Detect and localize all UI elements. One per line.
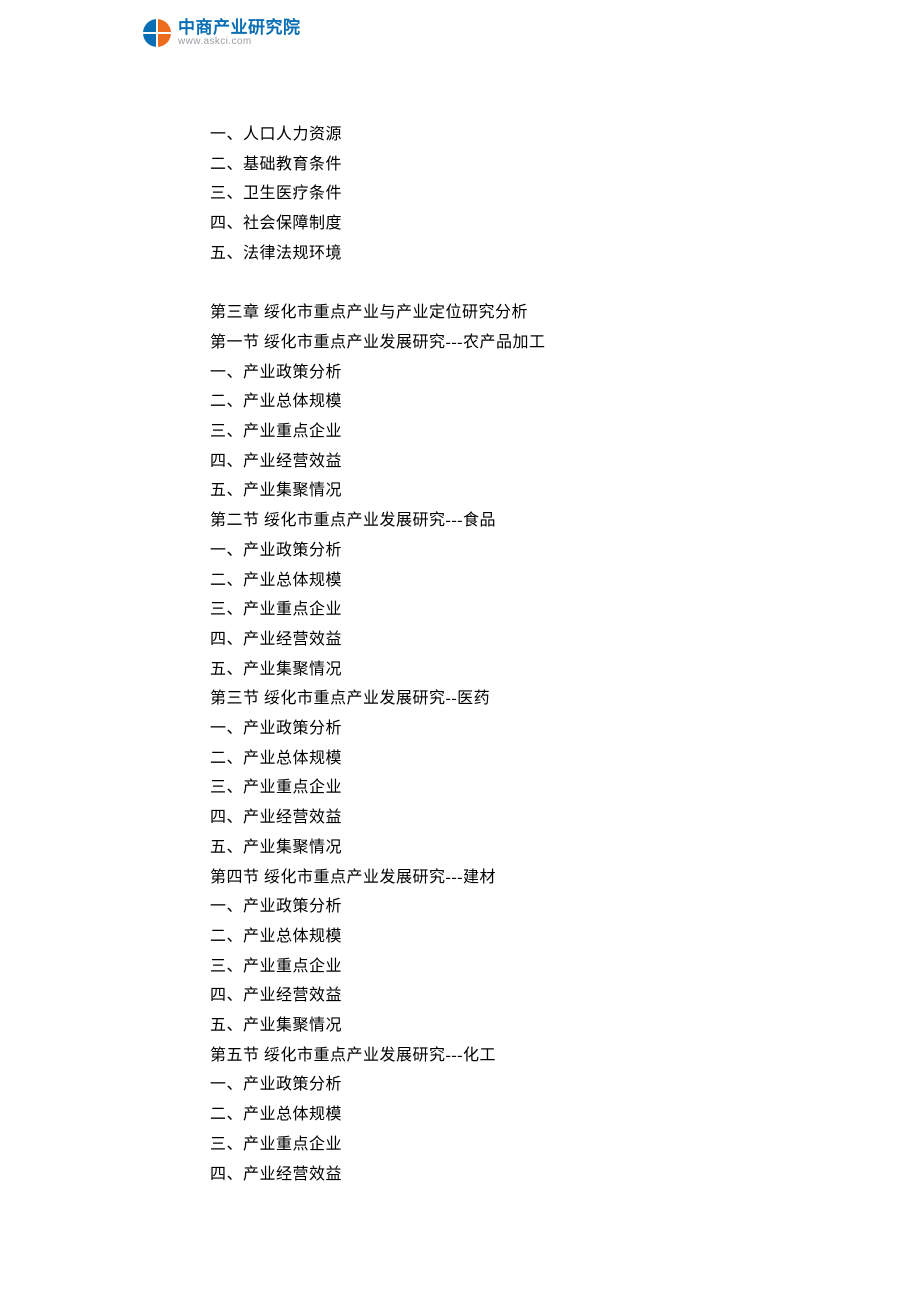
outline-item: 四、产业经营效益 (210, 1160, 770, 1190)
section-heading: 第三节 绥化市重点产业发展研究--医药 (210, 684, 770, 714)
outline-item: 一、人口人力资源 (210, 120, 770, 150)
section-heading: 第一节 绥化市重点产业发展研究---农产品加工 (210, 328, 770, 358)
brand-subtitle: www.askci.com (178, 37, 301, 47)
brand-title: 中商产业研究院 (178, 19, 301, 36)
outline-item: 一、产业政策分析 (210, 358, 770, 388)
outline-item: 二、产业总体规模 (210, 566, 770, 596)
outline-item: 二、产业总体规模 (210, 1100, 770, 1130)
outline-item: 二、基础教育条件 (210, 150, 770, 180)
outline-item: 五、产业集聚情况 (210, 833, 770, 863)
document-body: 一、人口人力资源 二、基础教育条件 三、卫生医疗条件 四、社会保障制度 五、法律… (210, 120, 770, 1189)
outline-item: 一、产业政策分析 (210, 892, 770, 922)
outline-item: 一、产业政策分析 (210, 536, 770, 566)
outline-item: 三、卫生医疗条件 (210, 179, 770, 209)
outline-item: 三、产业重点企业 (210, 1130, 770, 1160)
outline-item: 三、产业重点企业 (210, 773, 770, 803)
outline-item: 五、产业集聚情况 (210, 476, 770, 506)
outline-item: 一、产业政策分析 (210, 1070, 770, 1100)
outline-item: 二、产业总体规模 (210, 387, 770, 417)
logo-text: 中商产业研究院 www.askci.com (178, 19, 301, 47)
outline-item: 四、产业经营效益 (210, 625, 770, 655)
outline-item: 一、产业政策分析 (210, 714, 770, 744)
outline-item: 三、产业重点企业 (210, 952, 770, 982)
blank-line (210, 269, 770, 299)
outline-item: 四、产业经营效益 (210, 981, 770, 1011)
section-heading: 第四节 绥化市重点产业发展研究---建材 (210, 863, 770, 893)
outline-item: 五、法律法规环境 (210, 239, 770, 269)
outline-item: 三、产业重点企业 (210, 595, 770, 625)
outline-item: 四、产业经营效益 (210, 803, 770, 833)
logo-icon (142, 18, 172, 48)
section-heading: 第二节 绥化市重点产业发展研究---食品 (210, 506, 770, 536)
chapter-heading: 第三章 绥化市重点产业与产业定位研究分析 (210, 298, 770, 328)
outline-item: 四、产业经营效益 (210, 447, 770, 477)
section-heading: 第五节 绥化市重点产业发展研究---化工 (210, 1041, 770, 1071)
outline-item: 二、产业总体规模 (210, 922, 770, 952)
outline-item: 二、产业总体规模 (210, 744, 770, 774)
outline-item: 三、产业重点企业 (210, 417, 770, 447)
page-header: 中商产业研究院 www.askci.com (142, 18, 301, 48)
outline-item: 四、社会保障制度 (210, 209, 770, 239)
outline-item: 五、产业集聚情况 (210, 655, 770, 685)
outline-item: 五、产业集聚情况 (210, 1011, 770, 1041)
